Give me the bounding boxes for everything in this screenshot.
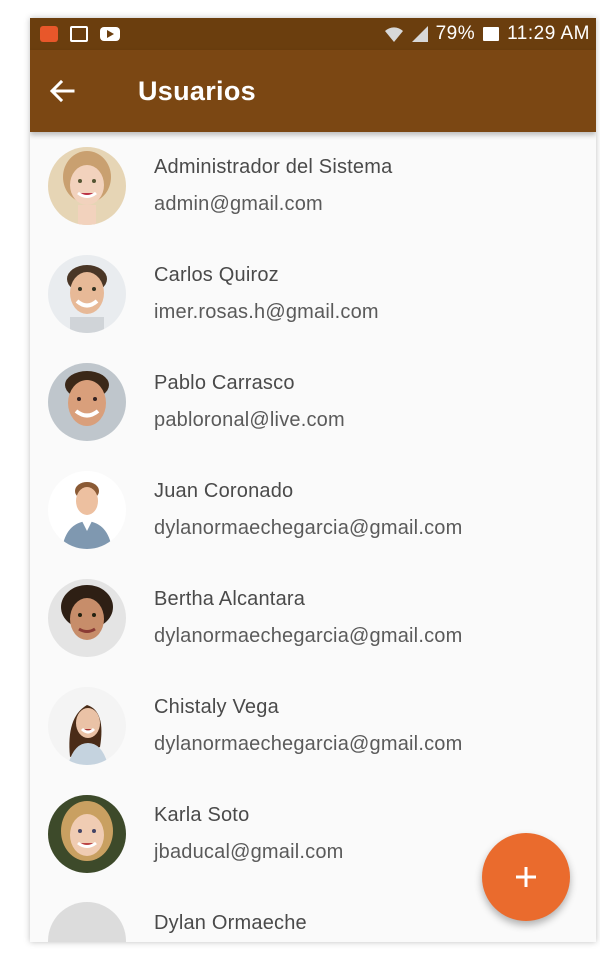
battery-percent: 79% — [435, 23, 476, 44]
item-text: Pablo Carrasco pabloronal@live.com — [154, 372, 345, 432]
page-title: Usuarios — [138, 75, 256, 106]
avatar — [48, 687, 126, 765]
avatar — [48, 363, 126, 441]
user-email: imer.rosas.h@gmail.com — [154, 301, 379, 323]
youtube-icon — [100, 27, 120, 41]
avatar — [48, 147, 126, 225]
list-item[interactable]: Chistaly Vega dylanormaechegarcia@gmail.… — [30, 672, 596, 780]
gallery-icon — [70, 26, 88, 42]
user-name: Juan Coronado — [154, 480, 294, 502]
item-text: Administrador del Sistema admin@gmail.co… — [154, 156, 392, 216]
list-item[interactable]: Bertha Alcantara dylanormaechegarcia@gma… — [30, 564, 596, 672]
signal-icon — [411, 26, 428, 42]
screen-frame: 79% 11:29 AM Usuarios Administrador del … — [0, 0, 600, 955]
add-icon — [516, 867, 536, 887]
clock: 11:29 AM — [507, 23, 590, 44]
wifi-icon — [384, 25, 404, 43]
avatar — [48, 579, 126, 657]
status-bar: 79% 11:29 AM — [30, 18, 596, 50]
battery-icon — [483, 27, 500, 41]
app-bar: Usuarios — [30, 50, 596, 132]
phone-screen: 79% 11:29 AM Usuarios Administrador del … — [30, 18, 596, 942]
list-item[interactable]: Administrador del Sistema admin@gmail.co… — [30, 132, 596, 240]
user-email: dylanormaechegarcia@gmail.com — [154, 625, 463, 647]
user-list: Administrador del Sistema admin@gmail.co… — [30, 132, 596, 942]
item-text: Carlos Quiroz imer.rosas.h@gmail.com — [154, 264, 379, 324]
item-text: Karla Soto jbaducal@gmail.com — [154, 804, 344, 864]
user-email: dylanormaechegarcia@gmail.com — [154, 517, 463, 539]
list-item[interactable]: Juan Coronado dylanormaechegarcia@gmail.… — [30, 456, 596, 564]
status-right: 79% 11:29 AM — [384, 23, 596, 45]
user-name: Carlos Quiroz — [154, 264, 279, 286]
item-text: Chistaly Vega dylanormaechegarcia@gmail.… — [154, 696, 462, 756]
user-name: Chistaly Vega — [154, 696, 279, 718]
item-text: Juan Coronado dylanormaechegarcia@gmail.… — [154, 480, 462, 540]
user-email: dylanormaechegarcia@gmail.com — [154, 733, 463, 755]
avatar — [48, 471, 126, 549]
add-user-button[interactable] — [482, 833, 570, 921]
user-email: pabloronal@live.com — [154, 409, 345, 431]
avatar — [48, 255, 126, 333]
notification-icon — [40, 26, 58, 42]
user-name: Karla Soto — [154, 804, 250, 826]
back-button[interactable] — [32, 61, 92, 121]
user-name: Pablo Carrasco — [154, 372, 295, 394]
status-left — [30, 26, 120, 42]
list-item[interactable]: Pablo Carrasco pabloronal@live.com — [30, 348, 596, 456]
user-name: Bertha Alcantara — [154, 588, 306, 610]
list-item[interactable]: Carlos Quiroz imer.rosas.h@gmail.com — [30, 240, 596, 348]
user-email: admin@gmail.com — [154, 193, 323, 215]
user-email: jbaducal@gmail.com — [154, 841, 344, 863]
arrow-back-icon — [49, 79, 75, 103]
avatar — [48, 795, 126, 873]
user-name: Dylan Ormaeche — [154, 912, 307, 934]
item-text: Dylan Ormaeche — [154, 912, 307, 935]
avatar — [48, 902, 126, 942]
user-name: Administrador del Sistema — [154, 156, 393, 178]
item-text: Bertha Alcantara dylanormaechegarcia@gma… — [154, 588, 462, 648]
